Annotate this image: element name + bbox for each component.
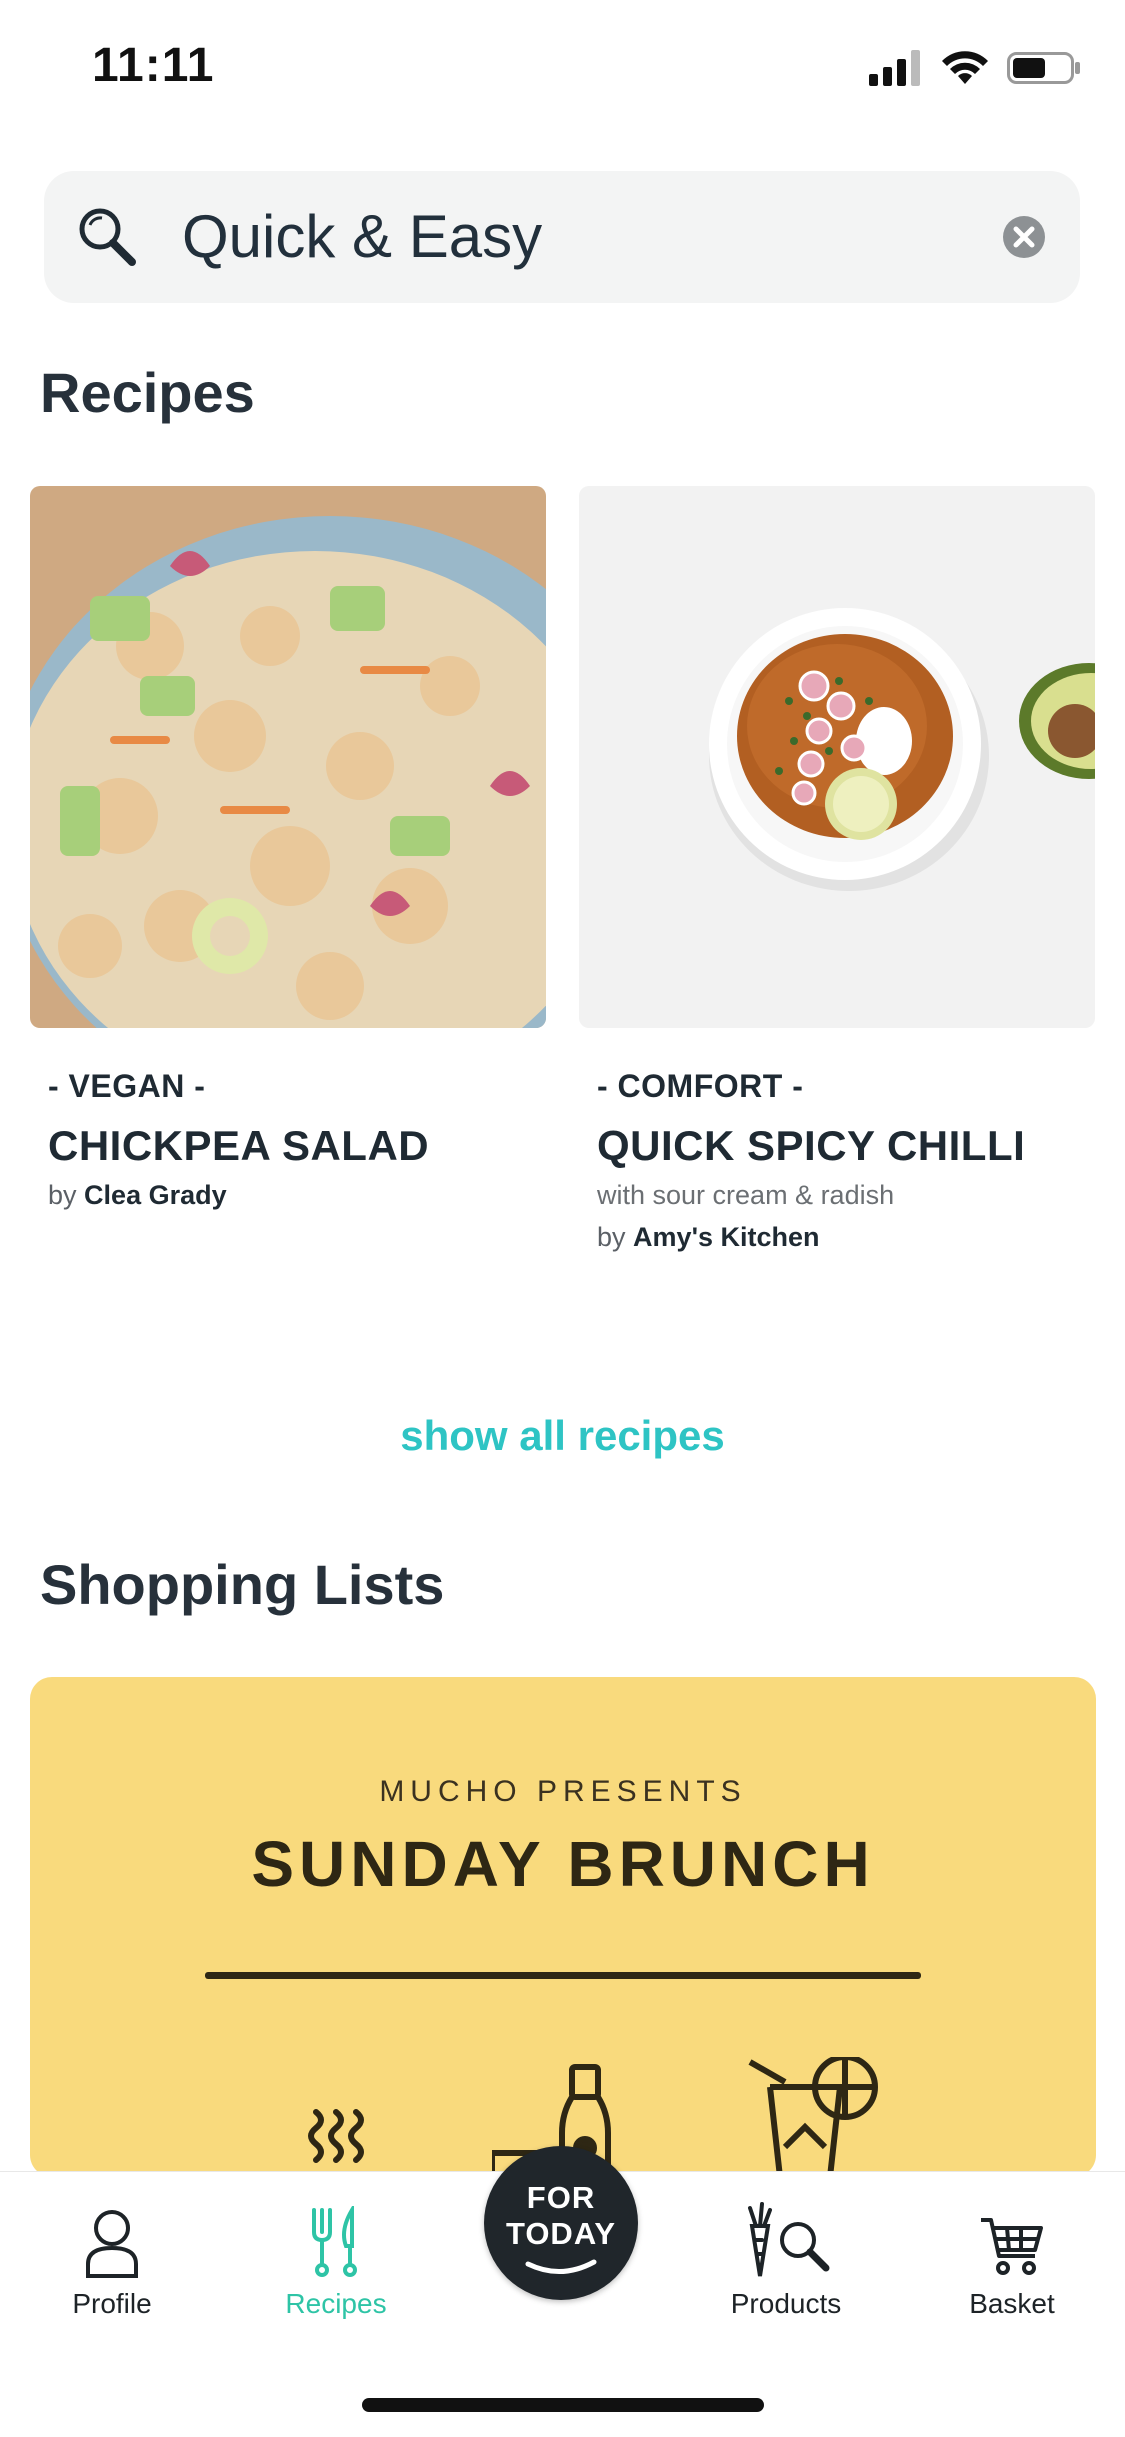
cellular-signal-icon — [869, 50, 920, 86]
banner-pre-title: MUCHO PRESENTS — [379, 1775, 747, 1808]
recipe-image-chickpea-salad[interactable] — [30, 486, 546, 1028]
nav-label: Recipes — [285, 2288, 387, 2319]
fork-knife-icon — [312, 2206, 357, 2277]
wifi-icon — [942, 51, 988, 84]
battery-icon — [1007, 52, 1080, 84]
smile-icon — [525, 2259, 597, 2275]
for-today-label: FOR TODAY — [505, 2180, 617, 2251]
recipe-tag: - COMFORT - — [597, 1068, 804, 1104]
nav-item-recipes[interactable]: Recipes — [246, 2198, 426, 2320]
status-icons — [869, 48, 1081, 88]
recipe-title[interactable]: QUICK SPICY CHILLI — [597, 1122, 1025, 1170]
status-bar: 11:11 — [0, 0, 1125, 140]
recipe-title[interactable]: CHICKPEA SALAD — [48, 1122, 429, 1170]
recipe-card-quick-spicy-chilli[interactable]: - COMFORT - QUICK SPICY CHILLI with sour… — [579, 486, 1095, 1252]
recipe-author: by Amy's Kitchen — [597, 1222, 820, 1252]
author-name[interactable]: Clea Grady — [84, 1180, 227, 1210]
recipe-subtitle: with sour cream & radish — [597, 1180, 895, 1210]
nav-item-products[interactable]: Products — [696, 2198, 876, 2320]
recipe-image-quick-spicy-chilli[interactable] — [579, 486, 1095, 1028]
author-name[interactable]: Amy's Kitchen — [633, 1222, 819, 1252]
show-all-recipes-link[interactable]: show all recipes — [0, 1412, 1125, 1460]
search-icon — [79, 208, 136, 266]
nav-item-profile[interactable]: Profile — [22, 2198, 202, 2320]
recipe-tag: - VEGAN - — [48, 1068, 206, 1104]
search-input[interactable]: Quick & Easy — [182, 203, 542, 271]
search-bar[interactable]: Quick & Easy — [44, 171, 1080, 303]
shopping-lists-section-title: Shopping Lists — [40, 1553, 445, 1616]
nav-label: Profile — [72, 2288, 152, 2319]
carrot-search-icon — [748, 2202, 830, 2277]
recipe-author: by Clea Grady — [48, 1180, 227, 1210]
cocktail-glass-icon — [748, 2057, 878, 2177]
recipe-card-chickpea-salad[interactable]: - VEGAN - CHICKPEA SALAD by Clea Grady — [30, 486, 546, 1210]
banner-divider — [205, 1972, 921, 1979]
banner-title: SUNDAY BRUNCH — [251, 1828, 875, 1900]
recipes-section-title: Recipes — [40, 361, 255, 424]
profile-icon — [86, 2210, 138, 2278]
for-today-button[interactable]: FOR TODAY — [484, 2146, 638, 2300]
nav-label: Products — [730, 2288, 842, 2319]
clear-search-icon[interactable] — [1002, 215, 1046, 259]
status-time: 11:11 — [92, 39, 215, 92]
home-indicator[interactable] — [362, 2398, 764, 2412]
nav-label: Basket — [969, 2288, 1055, 2319]
nav-item-basket[interactable]: Basket — [922, 2198, 1102, 2320]
steam-icon — [308, 2109, 364, 2163]
shopping-list-card-sunday-brunch[interactable]: MUCHO PRESENTS SUNDAY BRUNCH — [30, 1677, 1096, 2177]
cart-icon — [981, 2218, 1043, 2275]
